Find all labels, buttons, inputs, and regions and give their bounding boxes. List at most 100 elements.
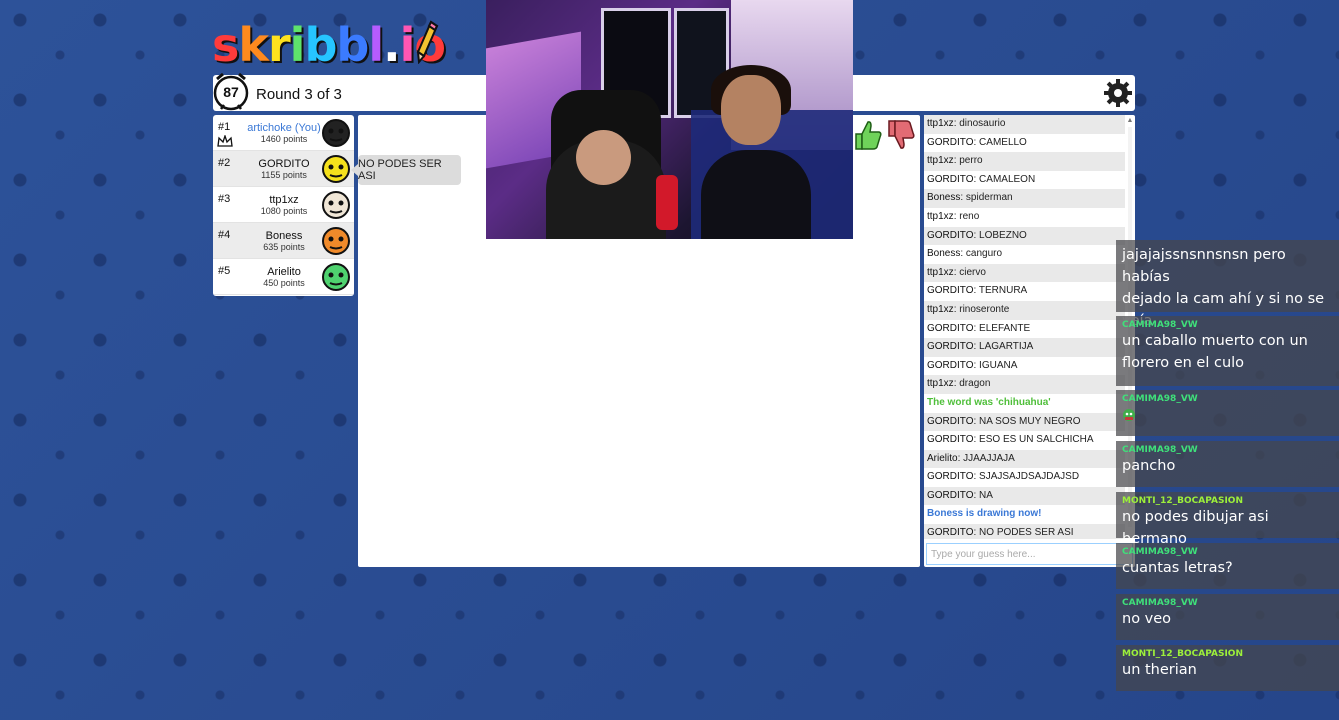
- player-avatar-icon: [322, 191, 350, 219]
- chat-username: Boness: [927, 192, 961, 204]
- player-row[interactable]: #2 GORDITO 1155 points: [213, 151, 354, 187]
- stream-chat-username: CAMIMA98_VW: [1122, 598, 1198, 608]
- logo-letter: b: [304, 18, 337, 72]
- logo-letter: r: [267, 18, 291, 72]
- chat-message: Arielito: JJAAJJAJA: [924, 449, 1125, 469]
- stream-chat-message: MONTI_12_BOCAPASIONun therian: [1116, 645, 1339, 691]
- chat-username: GORDITO: [927, 322, 974, 334]
- thumbs-down-icon[interactable]: [886, 118, 916, 152]
- chat-messages: ttp1xz: dinosaurio GORDITO: CAMELLO ttp1xz…: [924, 115, 1125, 539]
- chat-username: GORDITO: [927, 229, 974, 241]
- chat-text: NA SOS MUY NEGRO: [979, 415, 1081, 427]
- chat-username: GORDITO: [927, 415, 974, 427]
- stream-chat-username: CAMIMA98_VW: [1122, 547, 1198, 557]
- player-row[interactable]: #1 artichoke (You) 1460 points: [213, 115, 354, 151]
- player-rank: #2: [218, 157, 231, 169]
- player-rank: #5: [218, 265, 231, 277]
- chat-text: dinosaurio: [959, 118, 1006, 129]
- player-name: GORDITO: [258, 158, 310, 170]
- player-name: Arielito: [267, 266, 301, 278]
- stream-chat-username: MONTI_12_BOCAPASION: [1122, 649, 1243, 659]
- chat-message: GORDITO: ELEFANTE: [927, 322, 1031, 334]
- player-points: 1155 points: [261, 170, 307, 180]
- crown-icon: [217, 135, 233, 147]
- chat-text: ESO ES UN SALCHICHA: [979, 434, 1094, 446]
- chat-text: IGUANA: [979, 359, 1018, 371]
- chat-username: GORDITO: [927, 489, 974, 501]
- webcam-overlay: [486, 0, 853, 239]
- player-points: 635 points: [263, 242, 305, 252]
- scoreboard: #1 artichoke (You) 1460 points #2 GORDITO 115…: [213, 115, 354, 296]
- player-avatar-icon: [322, 155, 350, 183]
- stream-chat-text: pancho: [1122, 458, 1176, 474]
- chat-message: GORDITO: LOBEZNO: [924, 226, 1125, 246]
- chat-message: GORDITO: SJAJSAJDSAJDAJSD: [927, 471, 1080, 483]
- chat-text: CAMELLO: [979, 136, 1027, 148]
- player-row[interactable]: #4 Boness 635 points: [213, 223, 354, 259]
- chat-message: Boness: canguro: [927, 248, 1003, 260]
- chat-username: Arielito: [927, 452, 958, 464]
- player-avatar-icon: [322, 263, 350, 291]
- chat-message: Boness: spiderman: [924, 189, 1125, 208]
- logo-letter: i: [399, 18, 416, 72]
- player-row[interactable]: #5 Arielito 450 points: [213, 259, 354, 295]
- chat-text: NA: [979, 489, 993, 501]
- stream-chat-text: jajajajssnsnnsnsn pero habías: [1122, 247, 1286, 285]
- chat-message: GORDITO: LAGARTIJA: [924, 338, 1125, 357]
- player-name: artichoke (You): [247, 122, 321, 134]
- chat-text: NO PODES SER ASI: [979, 527, 1074, 539]
- player-name: ttp1xz: [269, 194, 299, 206]
- chat-username: GORDITO: [927, 173, 974, 185]
- chat-text: ELEFANTE: [979, 322, 1031, 334]
- player-row[interactable]: #3 ttp1xz 1080 points: [213, 187, 354, 223]
- guess-input[interactable]: [926, 543, 1133, 565]
- gear-icon[interactable]: [1103, 78, 1133, 108]
- chat-message: GORDITO: NA SOS MUY NEGRO: [924, 412, 1125, 432]
- chat-username: ttp1xz: [927, 118, 954, 129]
- chat-text: canguro: [965, 248, 1003, 260]
- chat-text: LAGARTIJA: [979, 341, 1034, 353]
- player-avatar-icon: [322, 227, 350, 255]
- stream-chat-text: cuantas letras?: [1122, 560, 1233, 576]
- stream-chat-text: florero en el culo: [1122, 355, 1245, 371]
- chat-message: ttp1xz: perro: [924, 152, 1125, 171]
- stream-chat-username: CAMIMA98_VW: [1122, 445, 1198, 455]
- chat-message: ttp1xz: rinoseronte: [924, 300, 1125, 320]
- stream-chat-message: CAMIMA98_VWpancho: [1116, 441, 1339, 487]
- logo-letter: b: [336, 18, 369, 72]
- chat-message: GORDITO: TERNURA: [927, 285, 1028, 297]
- emote-icon: [1123, 409, 1135, 421]
- chat-username: ttp1xz: [927, 266, 954, 278]
- round-timer: 87: [223, 84, 239, 100]
- stream-chat-message: CAMIMA98_VW: [1116, 390, 1339, 436]
- chat-username: ttp1xz: [927, 378, 954, 390]
- chat-message: ttp1xz: reno: [927, 210, 980, 222]
- chat-message: GORDITO: NO PODES SER ASI: [924, 524, 1125, 539]
- chat-text: CAMALEON: [979, 173, 1036, 185]
- chat-username: ttp1xz: [927, 155, 954, 167]
- chat-username: ttp1xz: [927, 210, 954, 222]
- scroll-up-icon[interactable]: ▲: [1126, 117, 1134, 125]
- chat-text: dragon: [959, 378, 991, 390]
- player-rank: #1: [218, 121, 231, 133]
- stream-chat-text: un therian: [1122, 662, 1197, 678]
- player-name: Boness: [265, 230, 303, 242]
- logo-letter: i: [289, 18, 306, 72]
- chat-text: TERNURA: [978, 285, 1028, 297]
- webcam-person-head: [721, 75, 781, 145]
- chat-message: GORDITO: NA: [924, 486, 1125, 506]
- player-rank: #4: [218, 229, 231, 241]
- chat-text: JJAAJJAJA: [963, 452, 1015, 464]
- chat-username: GORDITO: [927, 471, 974, 483]
- chat-username: GORDITO: [927, 285, 974, 297]
- stream-chat-message: jajajajssnsnnsnsn pero habías dejado la c…: [1116, 240, 1339, 329]
- chat-message: GORDITO: CAMELLO: [927, 136, 1027, 148]
- speech-bubble: NO PODES SER ASI: [351, 155, 461, 185]
- chat-username: GORDITO: [927, 136, 974, 148]
- pencil-icon: [416, 20, 439, 64]
- stream-chat-message: MONTI_12_BOCAPASION no podes dibujar asi …: [1116, 492, 1339, 547]
- thumbs-up-icon[interactable]: [853, 118, 883, 152]
- chat-message: ttp1xz: dinosaurio: [924, 115, 1125, 134]
- stream-chat-message: CAMIMA98_VWcuantas letras?: [1116, 543, 1339, 589]
- chat-username: GORDITO: [927, 359, 974, 371]
